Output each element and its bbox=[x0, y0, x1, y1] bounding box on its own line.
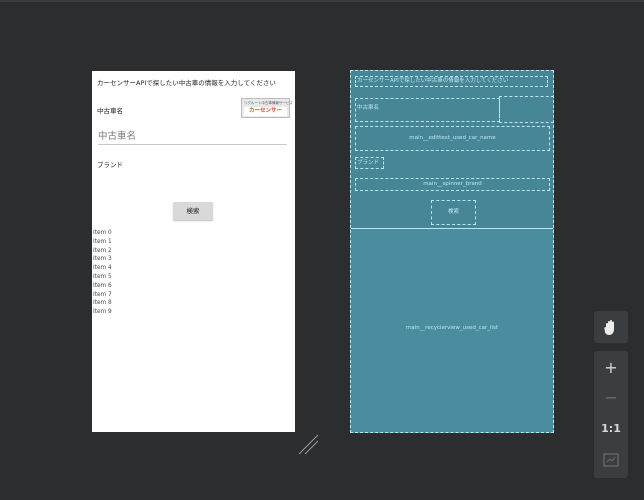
fit-screen-icon[interactable] bbox=[594, 449, 628, 469]
list-item[interactable]: Item 1 bbox=[93, 238, 112, 247]
list-item[interactable]: Item 4 bbox=[93, 264, 112, 273]
pan-toolbar bbox=[594, 311, 628, 343]
resize-handle-icon[interactable] bbox=[296, 432, 320, 456]
list-item[interactable]: Item 9 bbox=[93, 308, 112, 317]
list-item[interactable]: Item 5 bbox=[93, 273, 112, 282]
blueprint-search-button[interactable]: 検索 bbox=[431, 200, 476, 225]
brand-label: ブランド bbox=[97, 161, 123, 169]
blueprint-logo-image[interactable] bbox=[499, 96, 553, 123]
blueprint-divider bbox=[351, 228, 553, 229]
header-text: カーセンサーAPIで探したい中古車の情報を入力してください bbox=[97, 79, 276, 87]
blueprint-header-text[interactable]: カーセンサーAPIで探したい中古車の情報を入力してください bbox=[355, 76, 548, 87]
blueprint-recyclerview-label: main__recyclerview_used_car_list bbox=[405, 325, 499, 331]
blueprint-brand-label[interactable]: ブランド bbox=[355, 157, 384, 169]
blueprint-edittext[interactable]: main__edittext_used_car_name bbox=[355, 126, 550, 151]
design-preview[interactable]: カーセンサーAPIで探したい中古車の情報を入力してください 中古車名 リクルート… bbox=[92, 71, 295, 432]
list-item[interactable]: Item 8 bbox=[93, 299, 112, 308]
list-item[interactable]: Item 2 bbox=[93, 247, 112, 256]
carsensor-logo: リクルート中古車情報サービス カーセンサー bbox=[241, 98, 293, 118]
blueprint-preview[interactable]: カーセンサーAPIで探したい中古車の情報を入力してください 中古車名 main_… bbox=[350, 70, 554, 433]
zoom-out-button[interactable]: − bbox=[594, 388, 628, 408]
list-item[interactable]: Item 6 bbox=[93, 282, 112, 291]
list-item[interactable]: Item 7 bbox=[93, 291, 112, 300]
blueprint-spinner[interactable]: main__spinner_brand bbox=[355, 178, 550, 191]
actual-size-button[interactable]: 1:1 bbox=[594, 419, 628, 439]
used-car-list[interactable]: Item 0 Item 1 Item 2 Item 3 Item 4 Item … bbox=[93, 229, 112, 317]
zoom-in-button[interactable]: + bbox=[594, 358, 628, 378]
search-button[interactable]: 検索 bbox=[173, 202, 213, 220]
used-car-name-label: 中古車名 bbox=[97, 107, 123, 115]
logo-title: カーセンサー bbox=[244, 107, 287, 116]
list-item[interactable]: Item 3 bbox=[93, 255, 112, 264]
hand-icon[interactable] bbox=[594, 317, 628, 337]
zoom-toolbar: + − 1:1 bbox=[594, 351, 628, 478]
used-car-name-edittext[interactable]: 中古車名 bbox=[98, 130, 287, 145]
canvas-top-edge bbox=[0, 0, 644, 2]
list-item[interactable]: Item 0 bbox=[93, 229, 112, 238]
logo-subtitle: リクルート中古車情報サービス bbox=[244, 101, 293, 105]
blueprint-name-label[interactable]: 中古車名 bbox=[355, 98, 500, 122]
